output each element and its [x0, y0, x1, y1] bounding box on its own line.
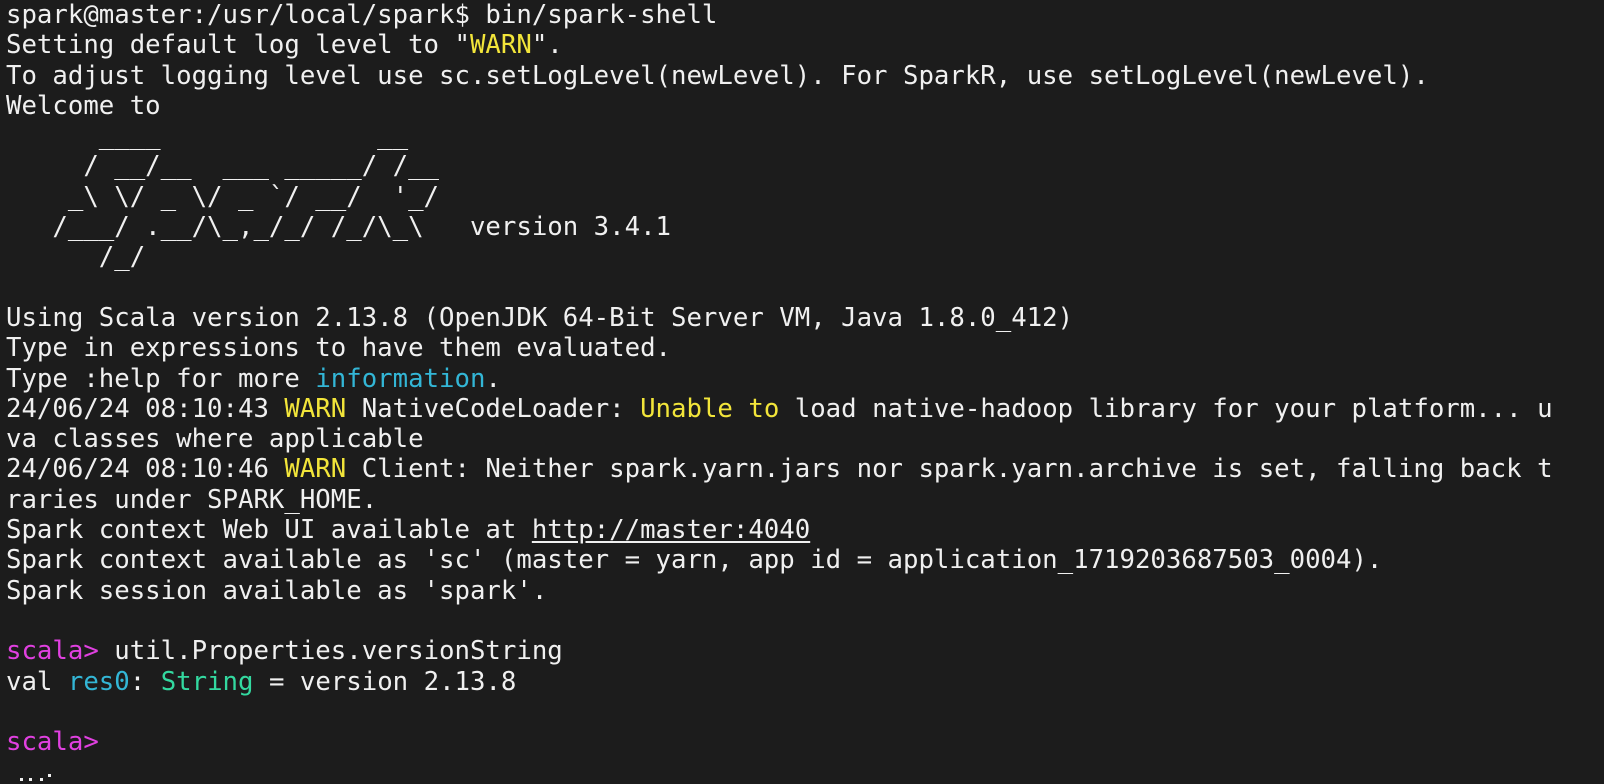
terminal-text-segment: .	[485, 363, 501, 394]
terminal-text-segment: To adjust logging level use sc.setLogLev…	[6, 60, 1429, 91]
terminal-text-segment: util.Properties.versionString	[98, 636, 563, 667]
terminal-line: Type in expressions to have them evaluat…	[6, 333, 1553, 363]
terminal-line: va classes where applicable	[6, 424, 1553, 454]
terminal-text-segment: information	[315, 363, 486, 394]
terminal-text-segment: 24/06/24 08:10:43	[6, 393, 285, 424]
terminal-line: /_/	[6, 242, 1553, 272]
terminal-text-segment: ____ __	[6, 121, 409, 152]
terminal-text-segment: res0	[67, 666, 130, 697]
terminal-line: scala>	[6, 727, 1553, 757]
terminal-line: raries under SPARK_HOME.	[6, 485, 1553, 515]
terminal-line: val res0: String = version 2.13.8	[6, 667, 1553, 697]
terminal-text-segment: / __/__ ___ _____/ /__	[6, 151, 440, 182]
terminal-text-segment: Unable to	[640, 393, 780, 424]
scala-prompt: scala>	[6, 727, 99, 758]
terminal-text-segment: Type in expressions to have them evaluat…	[6, 333, 672, 364]
terminal-line: spark@master:/usr/local/spark$ bin/spark…	[6, 0, 1553, 30]
terminal-line: Welcome to	[6, 91, 1553, 121]
terminal-text-segment: _\ \/ _ \/ _ `/ __/ '_/	[6, 181, 440, 212]
terminal-text-segment: Client: Neither spark.yarn.jars nor spar…	[346, 454, 1553, 485]
terminal-text-segment: Welcome to	[6, 90, 161, 121]
terminal-line: Using Scala version 2.13.8 (OpenJDK 64-B…	[6, 303, 1553, 333]
terminal-line: Spark session available as 'spark'.	[6, 576, 1553, 606]
terminal-line: Spark context Web UI available at http:/…	[6, 515, 1553, 545]
terminal-line: 24/06/24 08:10:46 WARN Client: Neither s…	[6, 454, 1553, 484]
terminal-text-segment: val	[6, 666, 68, 697]
terminal-text-segment: Spark context available as 'sc' (master …	[6, 545, 1383, 576]
terminal-text-segment: WARN	[469, 30, 532, 61]
terminal-line: Type :help for more information.	[6, 364, 1553, 394]
terminal-line: 24/06/24 08:10:43 WARN NativeCodeLoader:…	[6, 394, 1553, 424]
terminal-text-segment: 24/06/24 08:10:46	[6, 454, 285, 485]
terminal-text-segment: NativeCodeLoader:	[346, 393, 641, 424]
terminal-output[interactable]: spark@master:/usr/local/spark$ bin/spark…	[6, 0, 1553, 757]
terminal-text-segment: = version 2.13.8	[253, 666, 517, 697]
terminal-text-segment: spark@master:/usr/local/spark$ bin/spark…	[6, 0, 718, 30]
terminal-text-segment: va classes where applicable	[6, 424, 424, 455]
terminal-line: Spark context available as 'sc' (master …	[6, 545, 1553, 575]
terminal-text-segment: :	[129, 666, 161, 697]
terminal-text-segment: raries under SPARK_HOME.	[6, 484, 378, 515]
terminal-line: To adjust logging level use sc.setLogLev…	[6, 61, 1553, 91]
web-ui-link[interactable]: http://master:4040	[532, 515, 810, 545]
terminal-text-segment: Spark session available as 'spark'.	[6, 575, 548, 606]
terminal-text-segment: Spark context Web UI available at	[6, 515, 532, 546]
scala-prompt: scala>	[6, 636, 99, 667]
terminal-line: /___/ .__/\_,_/_/ /_/\_\ version 3.4.1	[6, 212, 1553, 242]
terminal-text-segment: /___/ .__/\_,_/_/ /_/\_\ version 3.4.1	[6, 212, 672, 243]
terminal-line: ____ __	[6, 121, 1553, 151]
terminal-line: Setting default log level to "WARN".	[6, 30, 1553, 60]
partially-visible-text-icon	[20, 774, 51, 781]
terminal-window[interactable]: spark@master:/usr/local/spark$ bin/spark…	[0, 0, 1604, 784]
terminal-text-segment: ".	[531, 30, 563, 61]
terminal-text-segment: WARN	[284, 393, 347, 424]
terminal-line: / __/__ ___ _____/ /__	[6, 151, 1553, 181]
terminal-text-segment: WARN	[284, 454, 347, 485]
terminal-line: _\ \/ _ \/ _ `/ __/ '_/	[6, 182, 1553, 212]
terminal-text-segment: Setting default log level to "	[6, 30, 470, 61]
terminal-text-segment: /_/	[6, 242, 146, 273]
terminal-text-segment: String	[160, 666, 254, 697]
terminal-text-segment: Using Scala version 2.13.8 (OpenJDK 64-B…	[6, 302, 1074, 333]
terminal-line: scala> util.Properties.versionString	[6, 636, 1553, 666]
terminal-text-segment: Type :help for more	[6, 363, 316, 394]
terminal-text-segment: load native-hadoop library for your plat…	[779, 393, 1553, 424]
